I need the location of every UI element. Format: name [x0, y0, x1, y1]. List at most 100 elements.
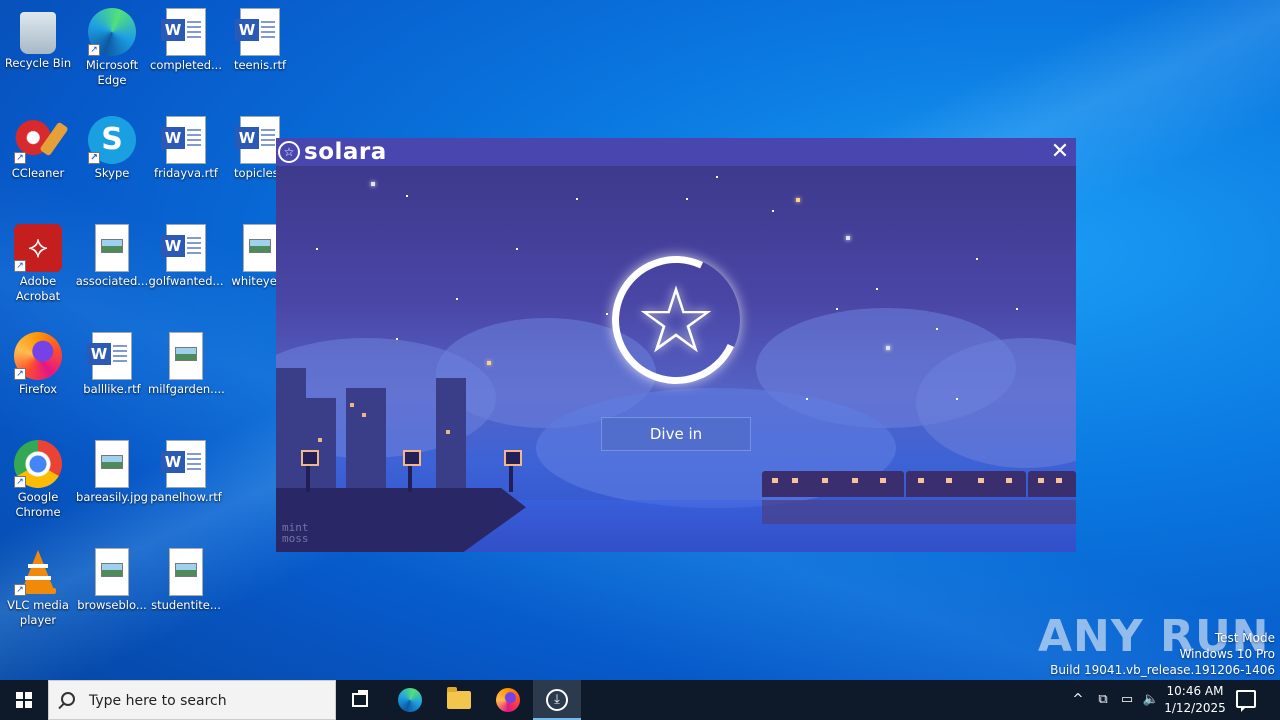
recycle-bin-icon	[20, 12, 56, 54]
search-placeholder: Type here to search	[89, 693, 227, 709]
desktop-icon-recycle-bin[interactable]: Recycle Bin	[0, 8, 76, 71]
star	[606, 313, 608, 315]
os-edition-text: Windows 10 Pro	[1179, 647, 1275, 661]
network-adapter-icon[interactable]: ⧉	[1092, 680, 1114, 720]
vlc-icon: ↗	[14, 548, 62, 596]
star	[1016, 308, 1018, 310]
search-icon	[61, 692, 75, 706]
street-lamp	[403, 450, 421, 492]
star	[806, 398, 808, 400]
desktop-icon-completed[interactable]: W completed...	[148, 8, 224, 73]
edge-icon: ↗	[88, 8, 136, 56]
desktop-icon-associated[interactable]: associated...	[74, 224, 150, 289]
star	[576, 198, 578, 200]
star	[936, 328, 938, 330]
windows-logo-icon	[16, 692, 32, 708]
start-button[interactable]	[0, 680, 48, 720]
word-document-icon: W	[235, 8, 280, 56]
star	[456, 298, 458, 300]
solara-star-icon: ☆	[278, 141, 300, 163]
desktop-icon-google-chrome[interactable]: ↗ Google Chrome	[0, 440, 76, 520]
show-hidden-icons-button[interactable]: ^	[1068, 680, 1088, 720]
task-view-button[interactable]	[336, 680, 384, 720]
desktop-icon-skype[interactable]: S ↗ Skype	[74, 116, 150, 181]
taskbar-clock[interactable]: 10:46 AM 1/12/2025	[1160, 683, 1230, 717]
desktop-icon-vlc[interactable]: ↗ VLC media player	[0, 548, 76, 628]
taskbar-solara-button[interactable]: ⤓	[533, 680, 581, 720]
star	[846, 236, 850, 240]
desktop-icon-balllike[interactable]: W balllike.rtf	[74, 332, 150, 397]
desktop-icon-bareasily[interactable]: bareasily.jpg	[74, 440, 150, 505]
building	[436, 378, 466, 498]
desktop-icon-browseblo[interactable]: browseblo...	[74, 548, 150, 613]
star	[316, 248, 318, 250]
desktop-icon-studentite[interactable]: studentite...	[148, 548, 224, 613]
image-file-icon	[95, 224, 129, 272]
desktop-icon-fridayva[interactable]: W fridayva.rtf	[148, 116, 224, 181]
train-car	[906, 471, 1026, 497]
desktop-icon-golfwanted[interactable]: W golfwanted...	[148, 224, 224, 289]
desktop-icon-adobe-acrobat[interactable]: ⟡ ↗ Adobe Acrobat	[0, 224, 76, 304]
star	[876, 288, 878, 290]
solara-titlebar[interactable]: ☆ solara ✕	[276, 138, 1076, 166]
star	[516, 248, 518, 250]
firefox-icon	[496, 688, 520, 712]
building-window	[362, 413, 366, 417]
star	[956, 398, 958, 400]
taskbar-edge-button[interactable]	[386, 680, 434, 720]
image-file-icon	[95, 548, 129, 596]
star	[371, 182, 375, 186]
notification-center-icon[interactable]	[1236, 690, 1256, 712]
dive-in-button[interactable]: Dive in	[601, 417, 751, 451]
image-file-icon	[243, 224, 277, 272]
ccleaner-icon: ↗	[14, 116, 62, 164]
taskbar: Type here to search ⤓ ^ ⧉ ▭ 🔈 10:46 AM 1…	[0, 680, 1280, 720]
solara-logo-star-icon: ☆	[634, 267, 718, 374]
train-car	[762, 471, 904, 497]
network-icon[interactable]: ▭	[1116, 680, 1138, 720]
clock-date: 1/12/2025	[1164, 701, 1226, 715]
taskbar-search-box[interactable]: Type here to search	[48, 680, 336, 720]
task-view-icon	[352, 690, 368, 707]
solara-brand: solara	[304, 139, 387, 165]
volume-icon[interactable]: 🔈	[1140, 680, 1162, 720]
desktop-icon-teenis[interactable]: W teenis.rtf	[222, 8, 298, 73]
word-document-icon: W	[161, 440, 206, 488]
train-reflection	[762, 500, 1076, 524]
building-window	[446, 430, 450, 434]
taskbar-firefox-button[interactable]	[484, 680, 532, 720]
star	[976, 258, 978, 260]
image-file-icon	[169, 548, 203, 596]
acrobat-icon: ⟡ ↗	[14, 224, 62, 272]
desktop-icon-panelhow[interactable]: W panelhow.rtf	[148, 440, 224, 505]
street-lamp	[504, 450, 522, 492]
solara-window: mint moss ☆ solara ✕ ☆ Dive in	[276, 138, 1076, 552]
build-info: Test Mode Windows 10 Pro Build 19041.vb_…	[1050, 630, 1275, 678]
star	[487, 361, 491, 365]
star	[406, 195, 408, 197]
word-document-icon: W	[161, 116, 206, 164]
solara-download-icon: ⤓	[546, 689, 568, 711]
desktop-icon-microsoft-edge[interactable]: ↗ Microsoft Edge	[74, 8, 150, 88]
desktop-icon-firefox[interactable]: ↗ Firefox	[0, 332, 76, 397]
building	[276, 368, 306, 498]
image-file-icon	[169, 332, 203, 380]
desktop-icon-milfgarden[interactable]: milfgarden....	[148, 332, 225, 397]
artist-watermark: mint moss	[282, 521, 309, 545]
star	[396, 338, 398, 340]
taskbar-file-explorer-button[interactable]	[435, 680, 483, 720]
street-lamp	[301, 450, 319, 492]
close-button[interactable]: ✕	[1048, 140, 1072, 164]
star	[886, 346, 890, 350]
clock-time: 10:46 AM	[1166, 684, 1224, 698]
star	[836, 308, 838, 310]
star	[686, 198, 688, 200]
word-document-icon: W	[87, 332, 132, 380]
building	[306, 398, 336, 498]
firefox-icon: ↗	[14, 332, 62, 380]
word-document-icon: W	[161, 8, 206, 56]
desktop-icon-ccleaner[interactable]: ↗ CCleaner	[0, 116, 76, 181]
star	[716, 176, 718, 178]
image-file-icon	[95, 440, 129, 488]
chrome-icon: ↗	[14, 440, 62, 488]
